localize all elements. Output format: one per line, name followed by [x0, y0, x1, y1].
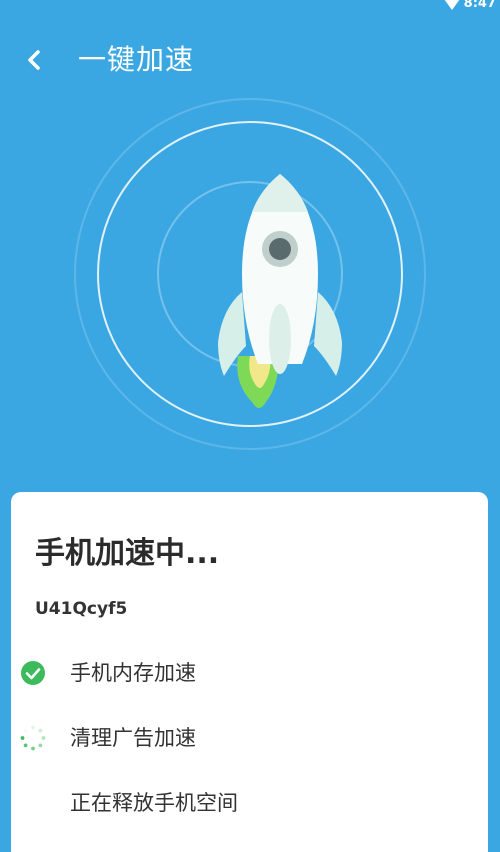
hero-illustration [0, 84, 500, 484]
status-bar: 8:47 [0, 0, 500, 14]
task-item-memory: 手机内存加速 [20, 652, 460, 692]
back-button[interactable] [18, 44, 50, 76]
task-label: 手机内存加速 [70, 661, 196, 685]
check-circle-icon [20, 660, 46, 686]
app-bar: 一键加速 [0, 36, 500, 84]
rocket-icon [218, 174, 342, 408]
task-item-ads: 清理广告加速 [20, 717, 460, 757]
status-time: 8:47 [463, 0, 496, 11]
card-title: 手机加速中... [35, 536, 220, 571]
task-item-storage: 正在释放手机空间 [20, 782, 460, 822]
chevron-left-icon [18, 50, 50, 80]
wifi-icon [444, 0, 460, 10]
loading-spinner-icon [20, 725, 46, 751]
task-label: 清理广告加速 [70, 726, 196, 750]
task-label: 正在释放手机空间 [70, 791, 238, 815]
card-subtitle: U41Qcyf5 [35, 599, 128, 619]
page-title: 一键加速 [78, 43, 195, 76]
